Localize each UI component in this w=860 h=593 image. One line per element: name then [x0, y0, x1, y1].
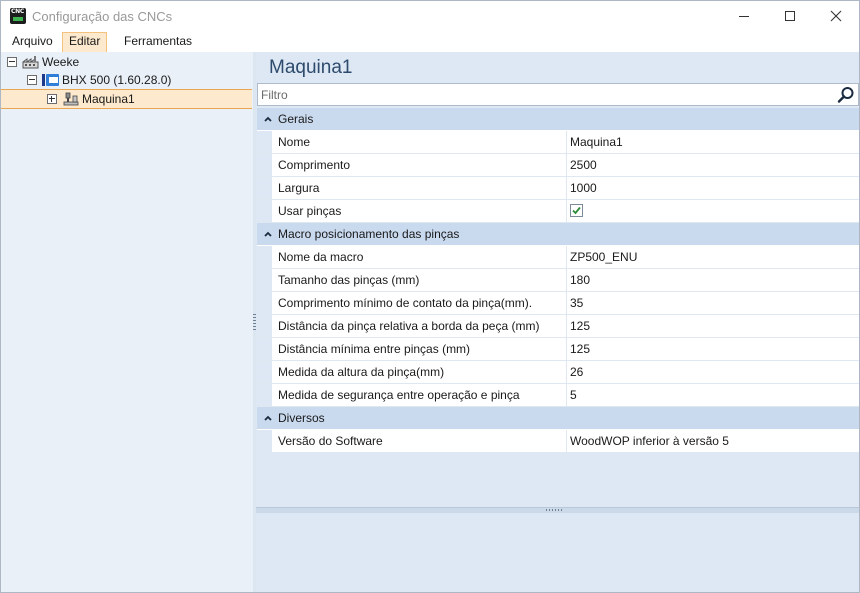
prop-name: Comprimento mínimo de contato da pinça(m…: [278, 296, 533, 310]
prop-value[interactable]: 125: [570, 319, 590, 333]
prop-value[interactable]: 1000: [570, 181, 597, 195]
usar-pincas-checkbox[interactable]: [570, 204, 583, 217]
prop-name: Medida de segurança entre operação e pin…: [278, 388, 520, 402]
menu-editar[interactable]: Editar: [62, 32, 108, 53]
prop-value[interactable]: ZP500_ENU: [570, 250, 637, 264]
property-grid: Gerais Nome Maquina1 Comprimento 2500 La…: [257, 108, 859, 453]
menu-ferramentas[interactable]: Ferramentas: [118, 32, 198, 51]
category-diversos[interactable]: Diversos: [257, 407, 859, 430]
chevron-up-icon[interactable]: [263, 229, 273, 239]
prop-value[interactable]: 5: [570, 388, 577, 402]
prop-name: Usar pinças: [278, 204, 342, 218]
chevron-up-icon[interactable]: [263, 413, 273, 423]
collapse-icon[interactable]: [27, 75, 37, 85]
search-icon[interactable]: [837, 86, 855, 104]
prop-name: Nome da macro: [278, 250, 364, 264]
factory-icon: [22, 56, 39, 69]
prop-row-altura-pinca[interactable]: Medida da altura da pinça(mm) 26: [257, 361, 859, 384]
prop-name: Largura: [278, 181, 320, 195]
prop-value[interactable]: 35: [570, 296, 583, 310]
window-title: Configuração das CNCs: [32, 9, 173, 24]
maximize-icon: [785, 11, 795, 21]
description-pane: [256, 513, 859, 592]
prop-name: Comprimento: [278, 158, 351, 172]
prop-name: Nome: [278, 135, 311, 149]
prop-row-distancia-borda[interactable]: Distância da pinça relativa a borda da p…: [257, 315, 859, 338]
cnc-controller-icon: [42, 74, 59, 86]
cnc-app-icon: CNC: [10, 8, 26, 24]
expand-icon[interactable]: [47, 94, 57, 104]
tree-node-weeke[interactable]: Weeke: [1, 53, 253, 71]
collapse-icon[interactable]: [7, 57, 17, 67]
prop-row-comprimento[interactable]: Comprimento 2500: [257, 154, 859, 177]
page-title: Maquina1: [269, 57, 353, 78]
close-icon: [830, 10, 842, 22]
machine-icon: [63, 92, 79, 106]
close-button[interactable]: [813, 1, 859, 31]
prop-value[interactable]: 26: [570, 365, 583, 379]
minimize-button[interactable]: [721, 1, 767, 31]
prop-row-versao-software[interactable]: Versão do Software WoodWOP inferior à ve…: [257, 430, 859, 453]
prop-row-nome[interactable]: Nome Maquina1: [257, 131, 859, 154]
prop-row-tamanho-pincas[interactable]: Tamanho das pinças (mm) 180: [257, 269, 859, 292]
filter-box: [257, 83, 859, 106]
properties-panel: Maquina1 Gerais Nome Maquina1 Compriment: [256, 52, 859, 592]
machine-tree: Weeke BHX 500 (1.60.28.0) Maquina1: [1, 52, 254, 592]
prop-name: Tamanho das pinças (mm): [278, 273, 420, 287]
prop-value[interactable]: 2500: [570, 158, 597, 172]
menu-arquivo[interactable]: Arquivo: [6, 32, 59, 51]
prop-row-nome-macro[interactable]: Nome da macro ZP500_ENU: [257, 246, 859, 269]
tree-node-bhx500[interactable]: BHX 500 (1.60.28.0): [1, 71, 253, 89]
menu-bar: Arquivo Editar Ferramentas: [1, 31, 859, 53]
category-gerais[interactable]: Gerais: [257, 108, 859, 131]
app-window: CNC Configuração das CNCs Arquivo Editar…: [0, 0, 860, 593]
prop-name: Medida da altura da pinça(mm): [278, 365, 445, 379]
prop-row-medida-seguranca[interactable]: Medida de segurança entre operação e pin…: [257, 384, 859, 407]
prop-value[interactable]: 125: [570, 342, 590, 356]
prop-name: Distância mínima entre pinças (mm): [278, 342, 471, 356]
maximize-button[interactable]: [767, 1, 813, 31]
prop-row-usar-pincas[interactable]: Usar pinças: [257, 200, 859, 223]
category-macro[interactable]: Macro posicionamento das pinças: [257, 223, 859, 246]
prop-name: Distância da pinça relativa a borda da p…: [278, 319, 540, 333]
prop-value[interactable]: Maquina1: [570, 135, 623, 149]
checkmark-icon: [572, 206, 581, 215]
splitter-grip-icon: [546, 509, 564, 511]
tree-node-maquina1[interactable]: Maquina1: [1, 89, 252, 109]
filter-input[interactable]: [261, 86, 831, 103]
title-bar: CNC Configuração das CNCs: [1, 1, 859, 31]
prop-row-largura[interactable]: Largura 1000: [257, 177, 859, 200]
minimize-icon: [739, 16, 749, 17]
chevron-up-icon[interactable]: [263, 114, 273, 124]
prop-row-distancia-minima[interactable]: Distância mínima entre pinças (mm) 125: [257, 338, 859, 361]
prop-value[interactable]: 180: [570, 273, 590, 287]
prop-row-comprimento-contato[interactable]: Comprimento mínimo de contato da pinça(m…: [257, 292, 859, 315]
prop-name: Versão do Software: [278, 434, 383, 448]
prop-value[interactable]: WoodWOP inferior à versão 5: [570, 434, 729, 448]
